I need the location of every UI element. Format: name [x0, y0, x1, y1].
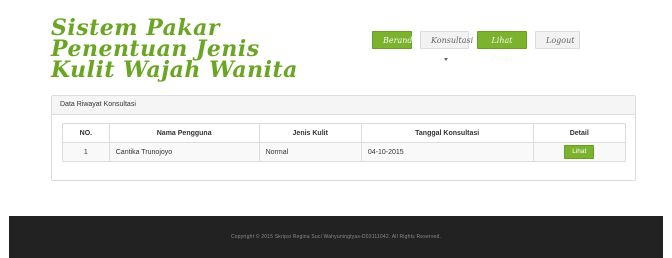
site-title-line-2: Kulit Wajah Wanita: [51, 57, 298, 83]
col-nama-pengguna: Nama Pengguna: [108, 123, 260, 143]
nav-logout-button[interactable]: Logout: [535, 31, 580, 49]
nav-konsultasi-dropdown[interactable]: Konsultasi: [420, 31, 473, 61]
cell-detail: Lihat: [532, 142, 626, 162]
col-no: NO.: [62, 123, 110, 143]
table-row: 1 Cantika Trunojoyo Normal 04-10-2015 Li…: [62, 142, 626, 162]
nav-beranda-button[interactable]: Beranda: [372, 31, 417, 49]
nav-lihat-profil-label: Lihat Profil: [491, 36, 513, 63]
table-header-row: NO. Nama Pengguna Jenis Kulit Tanggal Ko…: [62, 123, 626, 143]
nav-logout-label: Logout: [546, 36, 575, 45]
cell-no: 1: [62, 142, 110, 162]
riwayat-panel: Data Riwayat Konsultasi NO. Nama Penggun…: [51, 95, 636, 181]
nav-beranda-label: Beranda: [383, 36, 418, 45]
cell-nama: Cantika Trunojoyo: [108, 142, 260, 162]
cell-tanggal: 04-10-2015: [360, 142, 534, 162]
riwayat-table: NO. Nama Pengguna Jenis Kulit Tanggal Ko…: [62, 123, 626, 162]
site-title-line-1: Sistem Pakar Penentuan Jenis: [51, 15, 260, 62]
main-nav: Beranda Konsultasi Lihat Profil Logout: [372, 31, 580, 63]
footer: Copyright © 2015 Skripsi Regina Suci Wah…: [9, 216, 663, 258]
col-jenis-kulit: Jenis Kulit: [258, 123, 362, 143]
site-title: Sistem Pakar Penentuan Jenis Kulit Wajah…: [51, 15, 301, 83]
nav-konsultasi-label: Konsultasi: [431, 36, 474, 45]
nav-lihat-profil-button[interactable]: Lihat Profil: [477, 31, 527, 63]
caret-down-icon: [443, 57, 448, 61]
col-tanggal-konsultasi: Tanggal Konsultasi: [360, 123, 534, 143]
lihat-detail-button[interactable]: Lihat: [564, 145, 595, 159]
cell-jenis: Normal: [258, 142, 362, 162]
footer-copyright: Copyright © 2015 Skripsi Regina Suci Wah…: [230, 234, 442, 240]
col-detail: Detail: [532, 123, 626, 143]
panel-title: Data Riwayat Konsultasi: [52, 96, 635, 115]
